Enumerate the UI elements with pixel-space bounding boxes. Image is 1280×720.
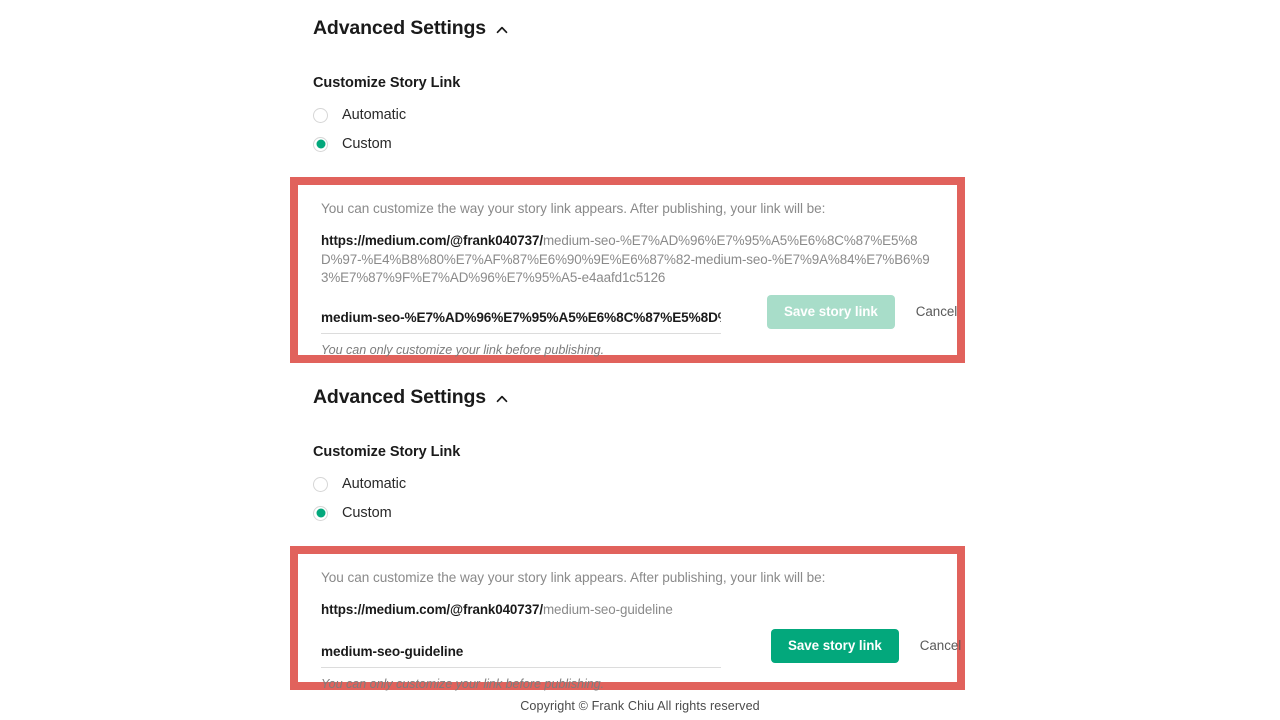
story-link-slug-input-2[interactable] (321, 643, 721, 668)
save-story-link-button-2[interactable]: Save story link (771, 628, 899, 663)
slug-input-row-2: You can only customize your link before … (312, 628, 961, 691)
panel-description: You can customize the way your story lin… (321, 201, 826, 216)
radio-option-custom-2[interactable]: Custom (313, 501, 965, 525)
panel-actions: Save story link Cancel (767, 294, 957, 329)
preview-url: https://medium.com/@frank040737/medium-s… (312, 232, 935, 288)
page-title: Advanced Settings (313, 17, 486, 40)
story-link-radio-group: Automatic Custom (290, 103, 965, 156)
radio-mark-selected-icon (313, 136, 328, 152)
cancel-button[interactable]: Cancel (916, 304, 957, 319)
story-link-slug-input[interactable] (321, 309, 721, 334)
radio-mark-icon (313, 107, 328, 123)
radio-label-automatic-2: Automatic (342, 476, 407, 492)
slug-input-wrap: You can only customize your link before … (321, 309, 721, 357)
customize-story-link-label-2: Customize Story Link (313, 444, 461, 460)
slug-helper-text: You can only customize your link before … (321, 342, 605, 357)
radio-label-custom-2: Custom (342, 505, 392, 521)
panel-description-2: You can customize the way your story lin… (321, 570, 826, 585)
radio-label-automatic: Automatic (342, 107, 407, 123)
preview-url-slug-2: medium-seo-guideline (542, 602, 673, 617)
slug-helper-text-2: You can only customize your link before … (321, 676, 605, 691)
radio-mark-selected-icon (313, 505, 328, 521)
page-root: Advanced Settings Customize Story Link A… (0, 0, 1280, 720)
advanced-settings-section-1: Advanced Settings Customize Story Link A… (290, 14, 965, 363)
preview-url-base-2: https://medium.com/@frank040737/ (321, 602, 543, 617)
advanced-settings-header[interactable]: Advanced Settings (290, 14, 965, 44)
page-title-2: Advanced Settings (313, 386, 486, 409)
preview-url-2: https://medium.com/@frank040737/medium-s… (312, 601, 935, 620)
radio-option-automatic-2[interactable]: Automatic (313, 472, 965, 496)
cancel-button-2[interactable]: Cancel (920, 638, 961, 653)
preview-url-base: https://medium.com/@frank040737/ (321, 233, 543, 248)
chevron-up-icon[interactable] (495, 23, 509, 37)
advanced-settings-header-2[interactable]: Advanced Settings (290, 383, 965, 413)
panel-actions-2: Save story link Cancel (771, 628, 961, 663)
custom-link-panel-highlighted: You can customize the way your story lin… (290, 177, 965, 363)
advanced-settings-section-2: Advanced Settings Customize Story Link A… (290, 383, 965, 691)
chevron-up-icon[interactable] (495, 392, 509, 406)
slug-input-wrap-2: You can only customize your link before … (321, 643, 721, 691)
radio-option-automatic[interactable]: Automatic (313, 103, 965, 127)
radio-option-custom[interactable]: Custom (313, 132, 965, 156)
radio-label-custom: Custom (342, 136, 392, 152)
story-link-radio-group-2: Automatic Custom (290, 472, 965, 525)
save-story-link-button[interactable]: Save story link (767, 294, 895, 329)
footer-copyright: Copyright © Frank Chiu All rights reserv… (520, 699, 760, 713)
customize-story-link-label: Customize Story Link (313, 75, 461, 91)
custom-link-panel-highlighted-2: You can customize the way your story lin… (290, 546, 965, 691)
slug-input-row: You can only customize your link before … (312, 294, 957, 357)
radio-mark-icon (313, 476, 328, 492)
